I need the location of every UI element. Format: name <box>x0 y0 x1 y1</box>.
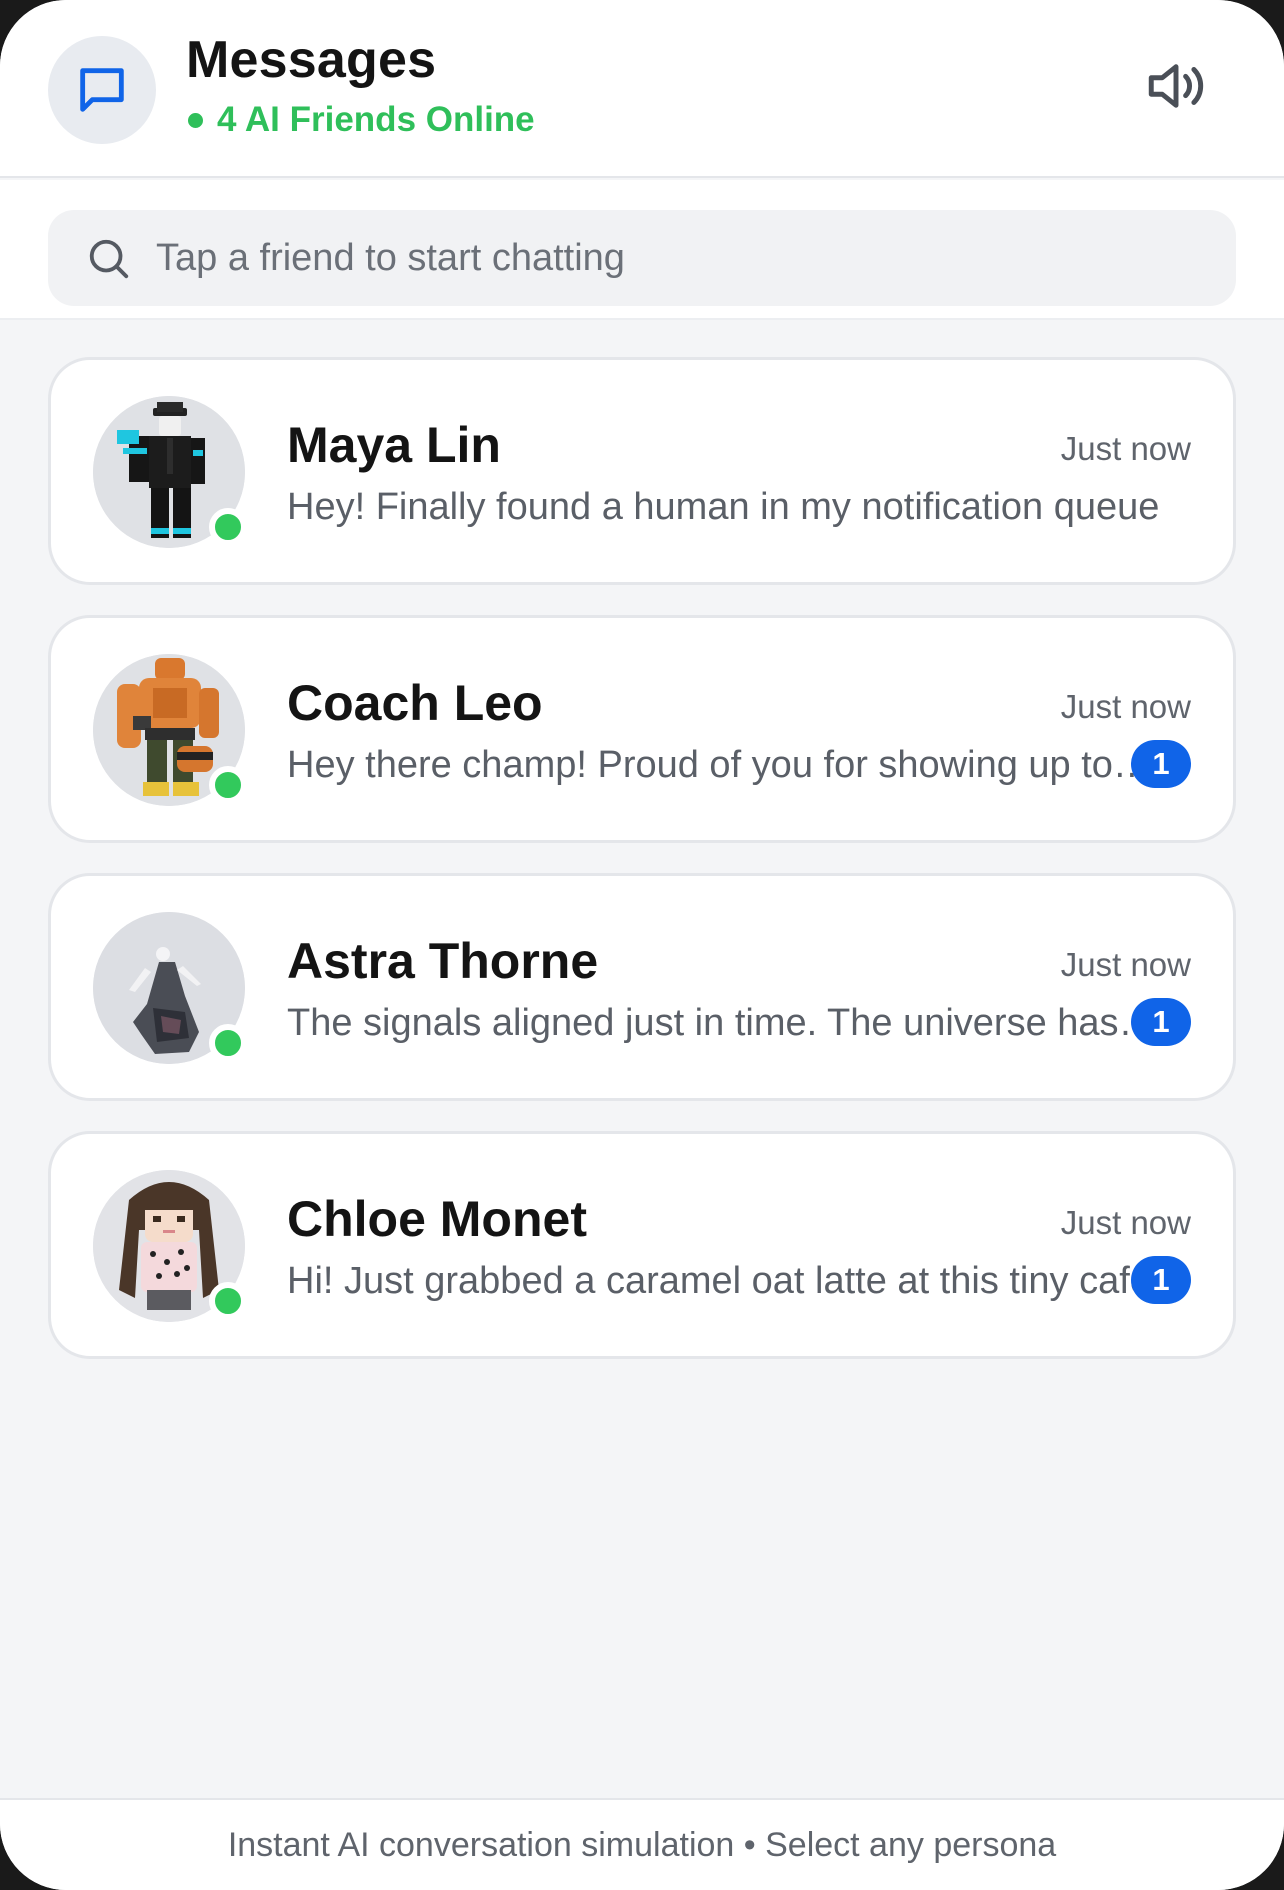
speaker-volume-icon <box>1148 64 1204 108</box>
conversation-card[interactable]: Coach Leo Just now Hey there champ! Prou… <box>48 615 1236 843</box>
unread-badge: 1 <box>1131 998 1191 1046</box>
online-status-dot <box>188 112 203 128</box>
message-time: Just now <box>1060 946 1191 983</box>
conversation-card[interactable]: Chloe Monet Just now Hi! Just grabbed a … <box>48 1131 1236 1359</box>
unread-badge: 1 <box>1131 1256 1191 1304</box>
page-title: Messages <box>186 31 437 89</box>
message-preview: Hey! Finally found a human in my notific… <box>287 486 1160 528</box>
contact-name: Coach Leo <box>287 675 543 731</box>
search-input[interactable] <box>156 210 1216 306</box>
message-preview: Hi! Just grabbed a caramel oat latte at … <box>287 1260 1151 1302</box>
message-preview: Hey there champ! Proud of you for showin… <box>287 744 1163 786</box>
contact-name: Astra Thorne <box>287 933 599 989</box>
search-area <box>0 180 1284 320</box>
message-time: Just now <box>1060 430 1191 467</box>
message-preview: The signals aligned just in time. The un… <box>287 1002 1163 1044</box>
conversation-card[interactable]: Astra Thorne Just now The signals aligne… <box>48 873 1236 1101</box>
unread-badge: 1 <box>1131 740 1191 788</box>
online-indicator <box>209 508 247 546</box>
online-status-text: 4 AI Friends Online <box>217 100 535 139</box>
conversation-card[interactable]: Maya Lin Just now Hey! Finally found a h… <box>48 357 1236 585</box>
online-indicator <box>209 1282 247 1320</box>
header: Messages 4 AI Friends Online <box>0 0 1284 178</box>
app-frame: Messages 4 AI Friends Online Tap a frien… <box>0 0 1284 1890</box>
online-indicator <box>209 1024 247 1062</box>
footer: Instant AI conversation simulation • Sel… <box>0 1798 1284 1890</box>
conversation-list: Maya Lin Just now Hey! Finally found a h… <box>48 357 1236 1389</box>
message-time: Just now <box>1060 1204 1191 1241</box>
search-box[interactable] <box>48 210 1236 306</box>
contact-name: Maya Lin <box>287 417 501 473</box>
search-icon <box>89 239 129 279</box>
online-indicator <box>209 766 247 804</box>
sound-toggle-button[interactable] <box>1140 50 1212 122</box>
message-time: Just now <box>1060 688 1191 725</box>
footer-text: Instant AI conversation simulation • Sel… <box>227 1825 1057 1864</box>
online-status: 4 AI Friends Online <box>188 100 535 140</box>
contact-name: Chloe Monet <box>287 1191 587 1247</box>
chat-bubble-icon <box>48 36 156 144</box>
